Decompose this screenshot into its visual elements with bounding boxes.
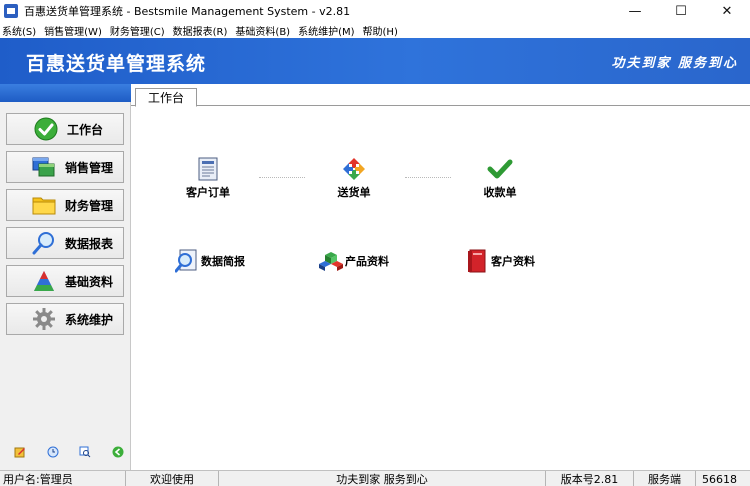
left-nav: 工作台 销售管理 财务管理 数据报表 基础资料 系统维护 xyxy=(0,84,131,470)
app-icon xyxy=(4,4,18,18)
menu-sales[interactable]: 销售管理(W) xyxy=(44,23,102,38)
cubes-icon xyxy=(319,249,343,273)
menu-system[interactable]: 系统(S) xyxy=(2,23,36,38)
menu-maintenance[interactable]: 系统维护(M) xyxy=(298,23,354,38)
workflow-label: 收款单 xyxy=(483,186,517,199)
workflow-connector xyxy=(405,177,451,178)
status-user: 用户名:管理员 xyxy=(0,471,126,486)
nav-workbench-button[interactable]: 工作台 xyxy=(6,113,124,145)
nav-basic-data-button[interactable]: 基础资料 xyxy=(6,265,124,297)
title-bar: 百惠送货单管理系统 - Bestsmile Management System … xyxy=(0,0,750,22)
tab-strip: 工作台 xyxy=(131,84,750,107)
refresh-arrows-icon xyxy=(341,156,367,182)
workflow-label: 客户订单 xyxy=(186,186,230,199)
header-banner: 百惠送货单管理系统 功夫到家 服务到心 xyxy=(0,38,750,84)
status-slogan: 功夫到家 服务到心 xyxy=(219,471,546,486)
status-code: 56618 xyxy=(702,472,737,486)
status-bar: 用户名:管理员 欢迎使用 功夫到家 服务到心 版本号2.81 服务端 56618 xyxy=(0,470,750,486)
shortcut-customer-data[interactable]: 客户资料 xyxy=(465,249,535,273)
nav-maintenance-button[interactable]: 系统维护 xyxy=(6,303,124,335)
menu-finance[interactable]: 财务管理(C) xyxy=(110,23,165,38)
workflow-customer-order[interactable]: 客户订单 xyxy=(183,156,233,200)
window-title: 百惠送货单管理系统 - Bestsmile Management System … xyxy=(24,5,351,18)
tab-workbench[interactable]: 工作台 xyxy=(135,88,197,107)
order-sheet-icon xyxy=(195,156,221,182)
minimize-button[interactable]: — xyxy=(612,0,658,22)
status-version: 版本号2.81 xyxy=(546,471,634,486)
menu-help[interactable]: 帮助(H) xyxy=(363,23,398,38)
status-mode: 服务端 xyxy=(634,471,696,486)
report-magnifier-icon xyxy=(175,249,199,273)
nav-header-strip xyxy=(0,84,131,102)
workbench-panel: 工作台 客户订单 送货单 收款单 数据简报 产品资料 客户资料 xyxy=(131,84,750,470)
menu-reports[interactable]: 数据报表(R) xyxy=(173,23,228,38)
nav-reports-button[interactable]: 数据报表 xyxy=(6,227,124,259)
shortcut-label: 客户资料 xyxy=(491,255,535,268)
checkmark-icon xyxy=(487,156,513,182)
red-book-icon xyxy=(465,249,489,273)
search-icon[interactable] xyxy=(79,446,91,458)
status-welcome: 欢迎使用 xyxy=(126,471,219,486)
nav-label: 数据报表 xyxy=(65,236,114,251)
clock-icon[interactable] xyxy=(47,446,59,458)
check-circle-icon xyxy=(33,117,59,141)
banner-title: 百惠送货单管理系统 xyxy=(26,53,207,75)
edit-icon[interactable] xyxy=(14,446,26,458)
shortcut-data-report[interactable]: 数据简报 xyxy=(175,249,245,273)
windows-icon xyxy=(31,155,57,179)
back-icon[interactable] xyxy=(112,446,124,458)
nav-label: 工作台 xyxy=(67,122,104,137)
maximize-button[interactable]: ☐ xyxy=(658,0,704,22)
nav-label: 系统维护 xyxy=(65,312,114,327)
nav-toolbar xyxy=(14,446,124,458)
banner-slogan: 功夫到家 服务到心 xyxy=(611,56,738,71)
nav-sales-button[interactable]: 销售管理 xyxy=(6,151,124,183)
shortcut-label: 数据简报 xyxy=(201,255,245,268)
nav-label: 销售管理 xyxy=(65,160,114,175)
nav-finance-button[interactable]: 财务管理 xyxy=(6,189,124,221)
close-button[interactable]: ✕ xyxy=(704,0,750,22)
menu-basic-data[interactable]: 基础资料(B) xyxy=(235,23,290,38)
gear-icon xyxy=(31,307,57,331)
magnifier-icon xyxy=(31,231,57,255)
shortcut-product-data[interactable]: 产品资料 xyxy=(319,249,389,273)
nav-label: 基础资料 xyxy=(65,274,114,289)
workflow-delivery-note[interactable]: 送货单 xyxy=(329,156,379,200)
workflow-receipt[interactable]: 收款单 xyxy=(475,156,525,200)
shortcut-label: 产品资料 xyxy=(345,255,389,268)
pyramid-icon xyxy=(31,269,57,293)
folder-icon xyxy=(31,193,57,217)
workflow-label: 送货单 xyxy=(337,186,371,199)
nav-label: 财务管理 xyxy=(65,198,114,213)
workflow-connector xyxy=(259,177,305,178)
menu-bar: 系统(S) 销售管理(W) 财务管理(C) 数据报表(R) 基础资料(B) 系统… xyxy=(0,22,750,38)
